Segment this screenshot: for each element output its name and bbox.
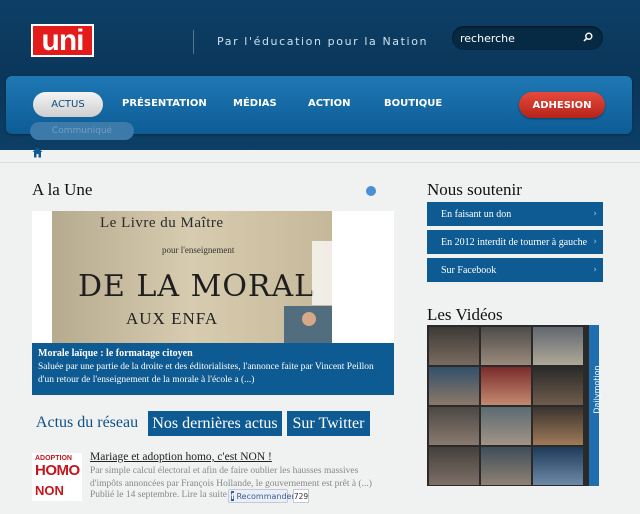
tab-actus-reseau[interactable]: Actus du réseau [32,411,142,435]
nav-action[interactable]: ACTION [308,98,351,109]
site-header: uni Par l'éducation pour la Nation ACTUS… [0,0,640,150]
tagline: Par l'éducation pour la Nation [217,35,429,48]
video-grid [427,325,599,486]
link-2012[interactable]: En 2012 interdit de tourner à gauche › [427,230,603,254]
link-facebook[interactable]: Sur Facebook › [427,258,603,282]
video-thumb[interactable] [533,367,583,405]
chevron-right-icon: › [593,265,597,275]
video-thumb[interactable] [481,407,531,445]
image-text-line1: Le Livre du Maître [100,215,224,231]
tab-sur-twitter[interactable]: Sur Twitter [287,411,370,436]
image-text-line3: DE LA MORAL [78,269,316,304]
facebook-icon: f [231,491,235,501]
video-thumb[interactable] [481,447,531,485]
video-thumb[interactable] [429,367,479,405]
image-text-line4: AUX ENFA [126,309,219,328]
search-box [452,26,603,50]
nav-medias[interactable]: MÉDIAS [233,98,277,109]
facebook-recommend-label: Recommander [236,491,295,501]
article-date[interactable]: Publié le 14 septembre. Lire la suite [90,490,227,500]
featured-summary: Saluée par une partie de la droite et de… [38,362,374,385]
breadcrumb [0,143,640,163]
link-2012-label: En 2012 interdit de tourner à gauche [441,236,588,248]
chevron-right-icon: › [593,237,597,247]
facebook-count: 729 [293,489,309,503]
link-don-label: En faisant un don [441,208,512,220]
thumb-text-l3: NON [35,483,64,498]
nav-adhesion-button[interactable]: ADHESION [519,92,605,118]
nav-presentation[interactable]: PRÉSENTATION [122,98,207,109]
teacher-photo [284,306,332,343]
article-title-link[interactable]: Mariage et adoption homo, c'est NON ! [90,451,272,463]
video-thumb[interactable] [429,407,479,445]
facebook-recommend-button[interactable]: f Recommander [228,489,295,503]
header-divider [193,30,194,54]
video-thumb[interactable] [533,327,583,365]
article-summary: Par simple calcul électoral et afin de f… [90,466,372,489]
dailymotion-brand-bar[interactable]: Dailymotion [589,325,602,486]
tab-nos-dernieres-actus[interactable]: Nos dernières actus [148,411,282,436]
videos-heading: Les Vidéos [427,305,503,324]
thumb-text-l2: HOMO [35,462,80,479]
link-facebook-label: Sur Facebook [441,264,497,276]
link-don[interactable]: En faisant un don › [427,202,603,226]
video-thumb[interactable] [429,327,479,365]
image-text-line2: pour l'enseignement [162,245,235,255]
home-icon[interactable] [32,147,43,158]
video-thumb[interactable] [481,327,531,365]
video-thumb[interactable] [533,447,583,485]
une-heading: A la Une [32,180,93,199]
featured-caption: Morale laïque : le formatage citoyen Sal… [32,343,394,395]
nav-actus[interactable]: ACTUS [33,92,103,117]
thumb-text-l1: ADOPTION [35,455,72,462]
featured-title[interactable]: Morale laïque : le formatage citoyen [38,348,388,359]
soutenir-heading: Nous soutenir [427,180,522,199]
logo-text: uni [41,23,85,57]
article-thumbnail[interactable]: ADOPTION HOMO NON [32,453,82,501]
nav-boutique[interactable]: BOUTIQUE [384,98,442,109]
video-thumb[interactable] [429,447,479,485]
uni-logo[interactable]: uni [31,24,94,57]
video-thumb[interactable] [481,367,531,405]
video-thumb[interactable] [533,407,583,445]
featured-image: Le Livre du Maître pour l'enseignement D… [52,211,332,343]
search-icon[interactable] [583,32,593,42]
search-input[interactable] [460,30,580,46]
nav-dropdown-ghost[interactable]: Communiqué [30,122,134,140]
slider-dot[interactable] [366,186,376,196]
dailymotion-label: Dailymotion [592,365,602,414]
chevron-right-icon: › [593,209,597,219]
featured-article[interactable]: Le Livre du Maître pour l'enseignement D… [32,211,394,395]
